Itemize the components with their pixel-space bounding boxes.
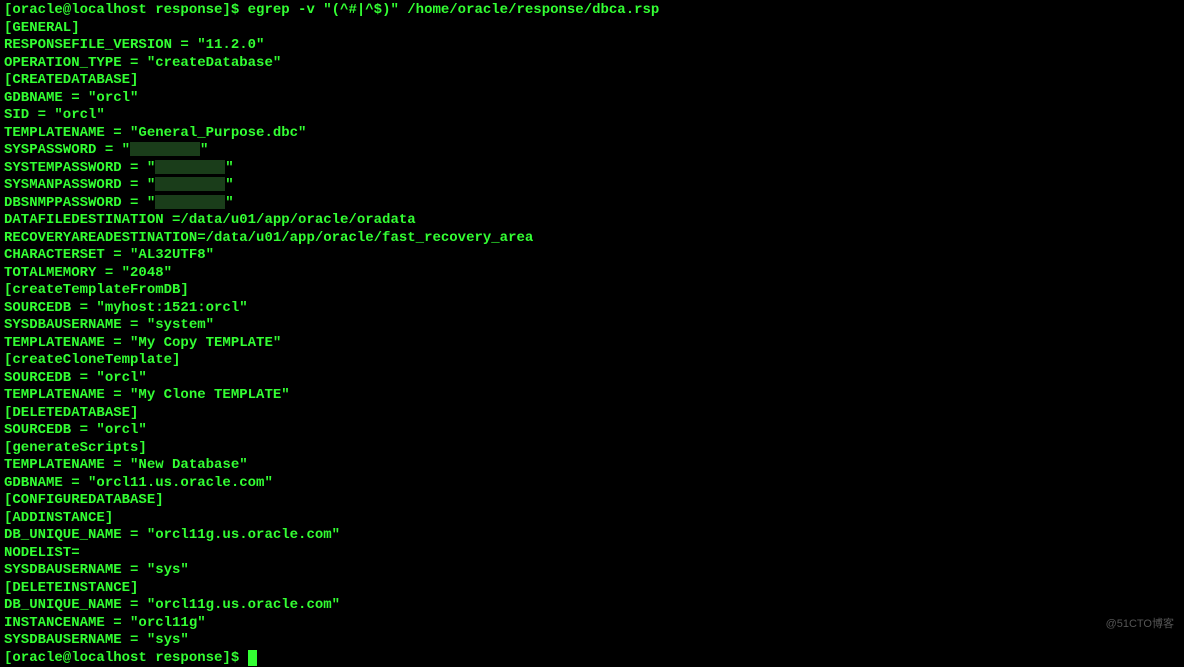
- output-line: TEMPLATENAME = "New Database": [4, 457, 1180, 475]
- output-text: SYSPASSWORD = ": [4, 142, 130, 158]
- output-text: ": [225, 195, 233, 211]
- shell-prompt: [oracle@localhost response]$: [4, 2, 248, 18]
- output-line: [createTemplateFromDB]: [4, 282, 1180, 300]
- censored-password: [155, 160, 225, 174]
- output-line: TOTALMEMORY = "2048": [4, 265, 1180, 283]
- output-line: [generateScripts]: [4, 440, 1180, 458]
- output-text: ": [200, 142, 208, 158]
- output-line: SOURCEDB = "orcl": [4, 370, 1180, 388]
- output-line: NODELIST=: [4, 545, 1180, 563]
- output-line: SID = "orcl": [4, 107, 1180, 125]
- output-line: [createCloneTemplate]: [4, 352, 1180, 370]
- output-line: TEMPLATENAME = "General_Purpose.dbc": [4, 125, 1180, 143]
- output-line: RECOVERYAREADESTINATION=/data/u01/app/or…: [4, 230, 1180, 248]
- output-line: GDBNAME = "orcl": [4, 90, 1180, 108]
- output-line: SOURCEDB = "myhost:1521:orcl": [4, 300, 1180, 318]
- output-line: DB_UNIQUE_NAME = "orcl11g.us.oracle.com": [4, 597, 1180, 615]
- output-line: [CREATEDATABASE]: [4, 72, 1180, 90]
- output-line: OPERATION_TYPE = "createDatabase": [4, 55, 1180, 73]
- output-text: SYSTEMPASSWORD = ": [4, 160, 155, 176]
- output-line: INSTANCENAME = "orcl11g": [4, 615, 1180, 633]
- output-line: SYSDBAUSERNAME = "sys": [4, 632, 1180, 650]
- censored-password: [155, 177, 225, 191]
- shell-prompt: [oracle@localhost response]$: [4, 650, 248, 666]
- watermark: @51CTO博客: [1106, 618, 1174, 632]
- output-line: TEMPLATENAME = "My Copy TEMPLATE": [4, 335, 1180, 353]
- output-line: [CONFIGUREDATABASE]: [4, 492, 1180, 510]
- output-text: ": [225, 177, 233, 193]
- cursor-icon: [248, 650, 257, 666]
- output-line: TEMPLATENAME = "My Clone TEMPLATE": [4, 387, 1180, 405]
- command-line: [oracle@localhost response]$ egrep -v "(…: [4, 2, 1180, 20]
- censored-password: [130, 142, 200, 156]
- next-prompt-line[interactable]: [oracle@localhost response]$: [4, 650, 1180, 667]
- output-line: SOURCEDB = "orcl": [4, 422, 1180, 440]
- output-line: DATAFILEDESTINATION =/data/u01/app/oracl…: [4, 212, 1180, 230]
- output-line: [ADDINSTANCE]: [4, 510, 1180, 528]
- shell-command: egrep -v "(^#|^$)" /home/oracle/response…: [248, 2, 660, 18]
- output-line: SYSPASSWORD = " ": [4, 142, 1180, 160]
- output-line: [DELETEINSTANCE]: [4, 580, 1180, 598]
- output-line: DB_UNIQUE_NAME = "orcl11g.us.oracle.com": [4, 527, 1180, 545]
- output-line: SYSDBAUSERNAME = "sys": [4, 562, 1180, 580]
- output-line: SYSTEMPASSWORD = " ": [4, 160, 1180, 178]
- output-line: [GENERAL]: [4, 20, 1180, 38]
- output-text: DBSNMPPASSWORD = ": [4, 195, 155, 211]
- output-line: GDBNAME = "orcl11.us.oracle.com": [4, 475, 1180, 493]
- censored-password: [155, 195, 225, 209]
- output-text: SYSMANPASSWORD = ": [4, 177, 155, 193]
- output-line: SYSMANPASSWORD = " ": [4, 177, 1180, 195]
- output-line: CHARACTERSET = "AL32UTF8": [4, 247, 1180, 265]
- output-line: DBSNMPPASSWORD = " ": [4, 195, 1180, 213]
- output-line: SYSDBAUSERNAME = "system": [4, 317, 1180, 335]
- output-text: ": [225, 160, 233, 176]
- output-line: RESPONSEFILE_VERSION = "11.2.0": [4, 37, 1180, 55]
- output-line: [DELETEDATABASE]: [4, 405, 1180, 423]
